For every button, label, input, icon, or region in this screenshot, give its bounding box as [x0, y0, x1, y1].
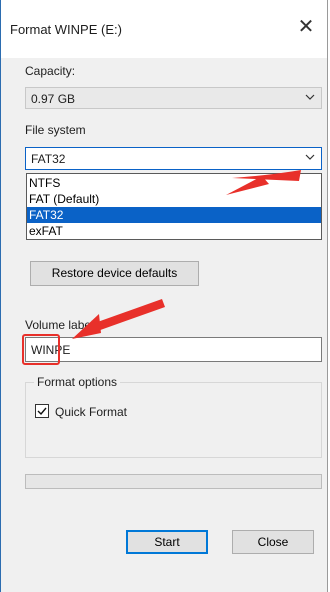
annotation-arrows	[72, 170, 301, 339]
annotation-arrow-icon	[72, 299, 165, 339]
annotation-arrow-icon	[226, 170, 301, 195]
